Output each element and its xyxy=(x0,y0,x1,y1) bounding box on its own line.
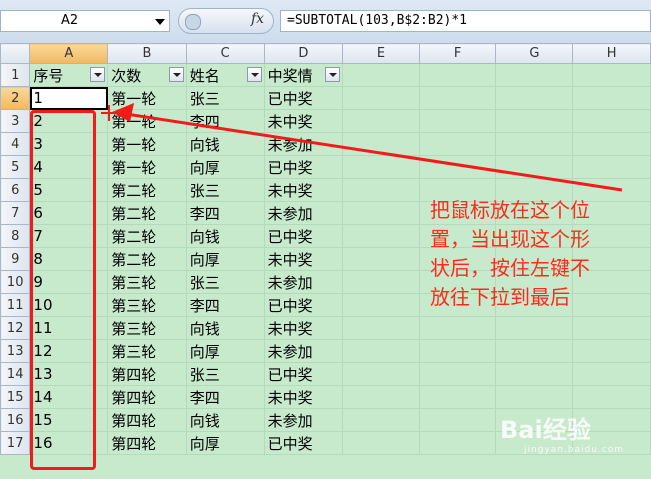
annotation-line: 放往下拉到最后 xyxy=(430,285,570,309)
annotation-text: 把鼠标放在这个位 置，当出现这个形 状后，按住左键不 放往下拉到最后 xyxy=(430,196,640,312)
annotation-line: 把鼠标放在这个位 xyxy=(430,198,590,222)
watermark: Bai经验 jingyan.baidu.com xyxy=(500,410,624,455)
watermark-sub: jingyan.baidu.com xyxy=(524,445,625,455)
annotation-line: 置，当出现这个形 xyxy=(430,227,590,251)
annotation-line: 状后，按住左键不 xyxy=(430,256,590,280)
arrow-shaft xyxy=(125,112,623,192)
watermark-text: Bai经验 xyxy=(500,416,591,444)
